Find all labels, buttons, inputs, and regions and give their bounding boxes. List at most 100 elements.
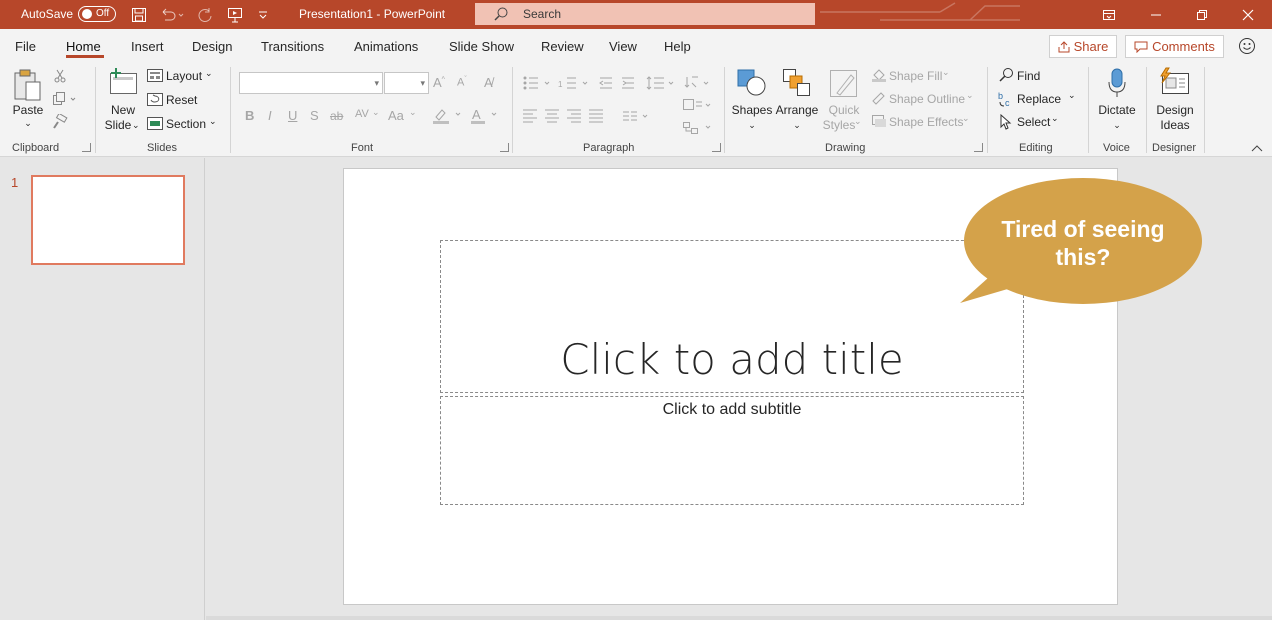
dictate-label[interactable]: Dictate bbox=[1095, 103, 1139, 118]
save-icon[interactable] bbox=[129, 5, 149, 25]
redo-icon[interactable] bbox=[195, 5, 215, 25]
tab-design[interactable]: Design bbox=[192, 39, 232, 54]
font-color-icon[interactable]: A bbox=[470, 107, 504, 125]
section-dropdown-icon[interactable]: ⌄ bbox=[209, 116, 217, 127]
quick-styles-dropdown-icon[interactable]: ⌄ bbox=[854, 116, 862, 127]
layout-button[interactable]: Layout bbox=[166, 69, 202, 83]
chevron-down-icon: ▾ bbox=[374, 78, 379, 88]
align-text-icon[interactable] bbox=[682, 98, 712, 114]
tab-review[interactable]: Review bbox=[541, 39, 584, 54]
design-ideas-label-1[interactable]: Design bbox=[1153, 103, 1197, 118]
design-ideas-label-2[interactable]: Ideas bbox=[1153, 118, 1197, 133]
tab-file[interactable]: File bbox=[15, 39, 36, 54]
select-button[interactable]: Select bbox=[1017, 115, 1050, 129]
italic-button[interactable]: I bbox=[268, 108, 272, 123]
title-placeholder[interactable]: Click to add title bbox=[440, 240, 1024, 393]
shape-fill-dropdown-icon[interactable]: ⌄ bbox=[942, 67, 950, 78]
highlight-color-icon[interactable] bbox=[432, 107, 466, 125]
character-spacing-button[interactable]: AV bbox=[355, 108, 369, 120]
select-dropdown-icon[interactable]: ⌄ bbox=[1051, 113, 1059, 124]
tab-view[interactable]: View bbox=[609, 39, 637, 54]
subtitle-placeholder[interactable]: Click to add subtitle bbox=[440, 396, 1024, 505]
change-case-button[interactable]: Aa bbox=[388, 108, 404, 123]
tab-insert[interactable]: Insert bbox=[131, 39, 164, 54]
shapes-dropdown-icon[interactable]: ⌄ bbox=[731, 118, 773, 133]
new-slide-icon[interactable] bbox=[108, 67, 138, 97]
spacing-dropdown-icon[interactable]: ⌄ bbox=[372, 107, 380, 118]
slide-thumbnail-pane: 1 bbox=[0, 158, 205, 620]
new-slide-label-1[interactable]: New bbox=[103, 103, 143, 118]
horizontal-scrollbar[interactable] bbox=[206, 616, 1272, 620]
minimize-icon[interactable] bbox=[1133, 0, 1179, 29]
arrange-label[interactable]: Arrange bbox=[774, 103, 820, 118]
feedback-smiley-icon[interactable] bbox=[1238, 37, 1256, 55]
tab-help[interactable]: Help bbox=[664, 39, 691, 54]
shape-effects-dropdown-icon[interactable]: ⌄ bbox=[962, 113, 970, 124]
font-size-combo[interactable]: ▾ bbox=[384, 72, 429, 94]
autosave-toggle[interactable]: Off bbox=[78, 6, 116, 22]
section-button[interactable]: Section bbox=[166, 117, 206, 131]
comment-icon bbox=[1134, 41, 1148, 53]
replace-button[interactable]: Replace bbox=[1017, 92, 1061, 106]
shape-effects-button[interactable]: Shape Effects bbox=[889, 115, 964, 129]
customize-qat-icon[interactable] bbox=[253, 5, 273, 25]
list-indent-row: 1 bbox=[523, 76, 709, 90]
search-box[interactable]: Search bbox=[475, 3, 815, 25]
quick-styles-icon[interactable] bbox=[829, 69, 859, 99]
decrease-font-icon[interactable]: Aˇ bbox=[457, 76, 467, 89]
case-dropdown-icon[interactable]: ⌄ bbox=[409, 107, 417, 118]
editing-group-label: Editing bbox=[1019, 142, 1053, 154]
shape-outline-button[interactable]: Shape Outline bbox=[889, 92, 965, 106]
paragraph-launcher-icon[interactable] bbox=[712, 143, 721, 152]
share-icon bbox=[1058, 40, 1070, 52]
strikethrough-button[interactable]: ab bbox=[330, 109, 343, 123]
format-painter-icon[interactable] bbox=[52, 114, 68, 130]
slide-thumbnail[interactable] bbox=[31, 175, 185, 265]
shape-outline-dropdown-icon[interactable]: ⌄ bbox=[966, 90, 974, 101]
dictate-dropdown-icon[interactable]: ⌄ bbox=[1095, 118, 1139, 133]
clipboard-group-label: Clipboard bbox=[12, 142, 60, 154]
drawing-launcher-icon[interactable] bbox=[974, 143, 983, 152]
paste-icon[interactable] bbox=[12, 68, 44, 102]
tab-animations[interactable]: Animations bbox=[354, 39, 418, 54]
new-slide-label-2[interactable]: Slide bbox=[101, 118, 135, 133]
paste-dropdown-icon[interactable]: ⌄ bbox=[10, 116, 46, 131]
smartart-icon[interactable] bbox=[682, 120, 712, 136]
tab-home[interactable]: Home bbox=[66, 39, 101, 54]
present-icon[interactable] bbox=[225, 5, 245, 25]
paragraph-group-label: Paragraph bbox=[583, 142, 635, 154]
copy-icon[interactable] bbox=[52, 92, 78, 106]
shape-fill-button[interactable]: Shape Fill bbox=[889, 69, 942, 83]
underline-button[interactable]: U bbox=[288, 108, 297, 123]
arrange-dropdown-icon[interactable]: ⌄ bbox=[774, 118, 820, 133]
share-button[interactable]: Share bbox=[1049, 35, 1117, 58]
close-icon[interactable] bbox=[1225, 0, 1271, 29]
collapse-ribbon-icon[interactable] bbox=[1251, 144, 1263, 152]
clipboard-launcher-icon[interactable] bbox=[82, 143, 91, 152]
title-placeholder-text: Click to add title bbox=[560, 335, 904, 384]
layout-dropdown-icon[interactable]: ⌄ bbox=[205, 68, 213, 79]
group-separator bbox=[724, 67, 725, 153]
font-name-combo[interactable]: ▾ bbox=[239, 72, 383, 94]
increase-font-icon[interactable]: A^ bbox=[433, 75, 445, 90]
replace-dropdown-icon[interactable]: ⌄ bbox=[1068, 90, 1076, 101]
restore-icon[interactable] bbox=[1179, 0, 1225, 29]
microphone-icon[interactable] bbox=[1107, 68, 1127, 98]
reset-button[interactable]: Reset bbox=[166, 93, 197, 107]
shapes-label[interactable]: Shapes bbox=[731, 103, 773, 118]
tab-transitions[interactable]: Transitions bbox=[261, 39, 324, 54]
clear-formatting-icon[interactable]: A̸ bbox=[484, 75, 493, 90]
comments-button[interactable]: Comments bbox=[1125, 35, 1224, 58]
cut-icon[interactable] bbox=[53, 69, 67, 83]
shapes-icon[interactable] bbox=[736, 68, 770, 98]
undo-icon[interactable] bbox=[158, 5, 186, 25]
new-slide-dropdown-icon[interactable]: ⌄ bbox=[132, 120, 140, 131]
text-shadow-button[interactable]: S bbox=[310, 108, 319, 123]
find-button[interactable]: Find bbox=[1017, 69, 1040, 83]
ribbon-display-options-icon[interactable] bbox=[1086, 0, 1132, 29]
font-launcher-icon[interactable] bbox=[500, 143, 509, 152]
bold-button[interactable]: B bbox=[245, 108, 254, 123]
arrange-icon[interactable] bbox=[782, 68, 812, 98]
tab-slide-show[interactable]: Slide Show bbox=[449, 39, 514, 54]
design-ideas-icon[interactable] bbox=[1159, 67, 1191, 97]
